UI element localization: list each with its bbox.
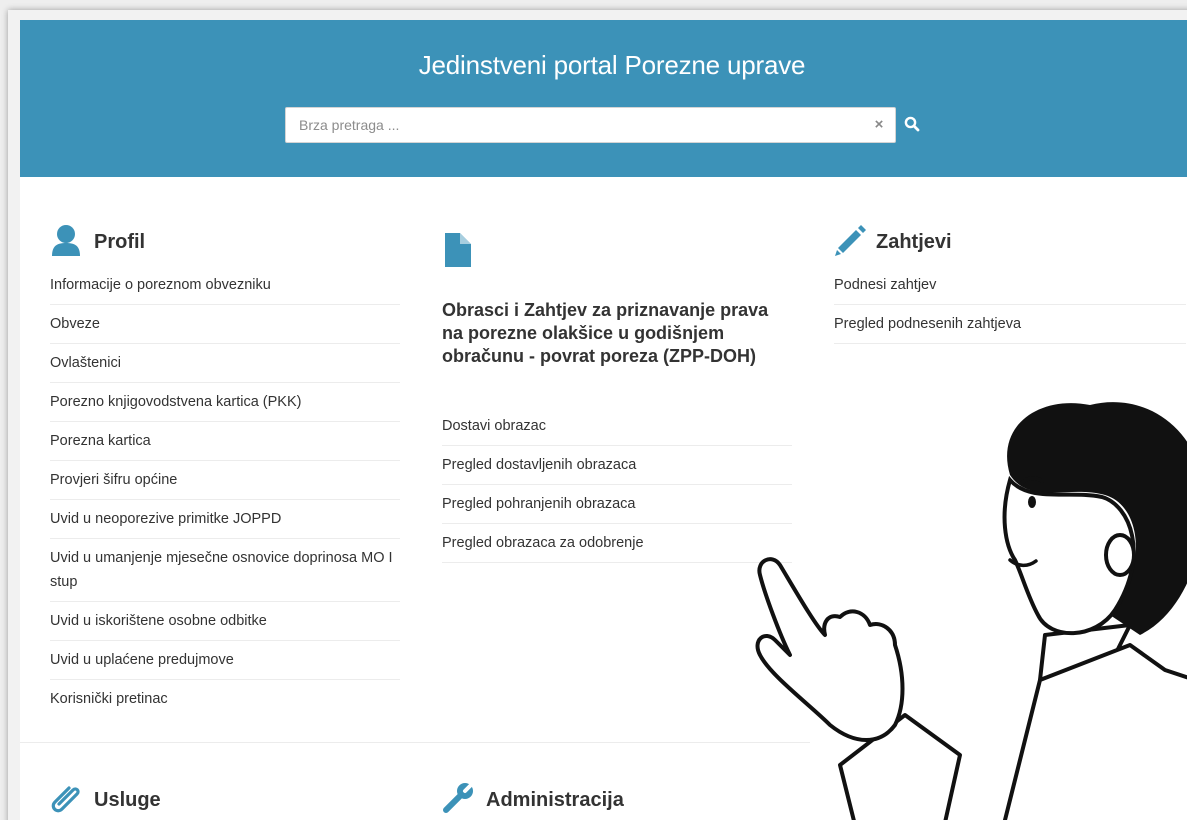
profil-link-obveze[interactable]: Obveze bbox=[50, 305, 400, 344]
zahtjevi-link-list: Podnesi zahtjev Pregled podnesenih zahtj… bbox=[834, 266, 1186, 344]
section-zahtjevi-title: Zahtjevi bbox=[876, 231, 952, 253]
profil-link-osobni-odbici[interactable]: Uvid u iskorištene osobne odbitke bbox=[50, 602, 400, 641]
search-input[interactable] bbox=[286, 108, 856, 142]
section-profil-header: Profil bbox=[50, 223, 145, 262]
profil-link-sifra-opcine[interactable]: Provjeri šifru općine bbox=[50, 461, 400, 500]
paperclip-icon bbox=[50, 781, 84, 820]
clear-search-icon[interactable]: × bbox=[871, 116, 887, 134]
wrench-icon bbox=[442, 781, 476, 820]
profil-link-porezna-kartica[interactable]: Porezna kartica bbox=[50, 422, 400, 461]
profil-link-umanjenje-osnovice[interactable]: Uvid u umanjenje mjesečne osnovice dopri… bbox=[50, 539, 400, 602]
profil-link-korisnicki-pretinac[interactable]: Korisnički pretinac bbox=[50, 680, 400, 718]
section-divider bbox=[20, 742, 810, 743]
quick-search: × bbox=[285, 107, 896, 143]
portal-title: Jedinstveni portal Porezne uprave bbox=[418, 50, 806, 80]
section-usluge-title[interactable]: Usluge bbox=[94, 789, 161, 812]
zahtjevi-link-pregled[interactable]: Pregled podnesenih zahtjeva bbox=[834, 305, 1186, 344]
section-administracija-title[interactable]: Administracija bbox=[486, 789, 624, 812]
zahtjevi-link-podnesi[interactable]: Podnesi zahtjev bbox=[834, 266, 1186, 305]
profil-link-predujmovi[interactable]: Uvid u uplaćene predujmove bbox=[50, 641, 400, 680]
pencil-icon bbox=[834, 223, 866, 262]
user-icon bbox=[50, 223, 82, 262]
section-profil-title: Profil bbox=[94, 231, 146, 253]
section-zahtjevi-header: Zahtjevi bbox=[834, 223, 952, 262]
profil-link-list: Informacije o poreznom obvezniku Obveze … bbox=[50, 266, 400, 718]
pointing-person-illustration bbox=[755, 402, 1187, 820]
section-administracija-header: Administracija bbox=[442, 781, 624, 820]
document-icon bbox=[445, 233, 471, 272]
section-usluge-header: Usluge bbox=[50, 781, 161, 820]
portal-page: Jedinstveni portal Porezne uprave × Prof… bbox=[20, 20, 1187, 820]
search-icon[interactable] bbox=[904, 116, 928, 138]
profil-link-joppd[interactable]: Uvid u neoporezive primitke JOPPD bbox=[50, 500, 400, 539]
profil-link-pkk[interactable]: Porezno knjigovodstvena kartica (PKK) bbox=[50, 383, 400, 422]
profil-link-informacije[interactable]: Informacije o poreznom obvezniku bbox=[50, 266, 400, 305]
header-banner: Jedinstveni portal Porezne uprave × bbox=[20, 20, 1187, 177]
section-obrasci-title: Obrasci i Zahtjev za priznavanje prava n… bbox=[442, 300, 769, 366]
profil-link-ovlastenici[interactable]: Ovlaštenici bbox=[50, 344, 400, 383]
